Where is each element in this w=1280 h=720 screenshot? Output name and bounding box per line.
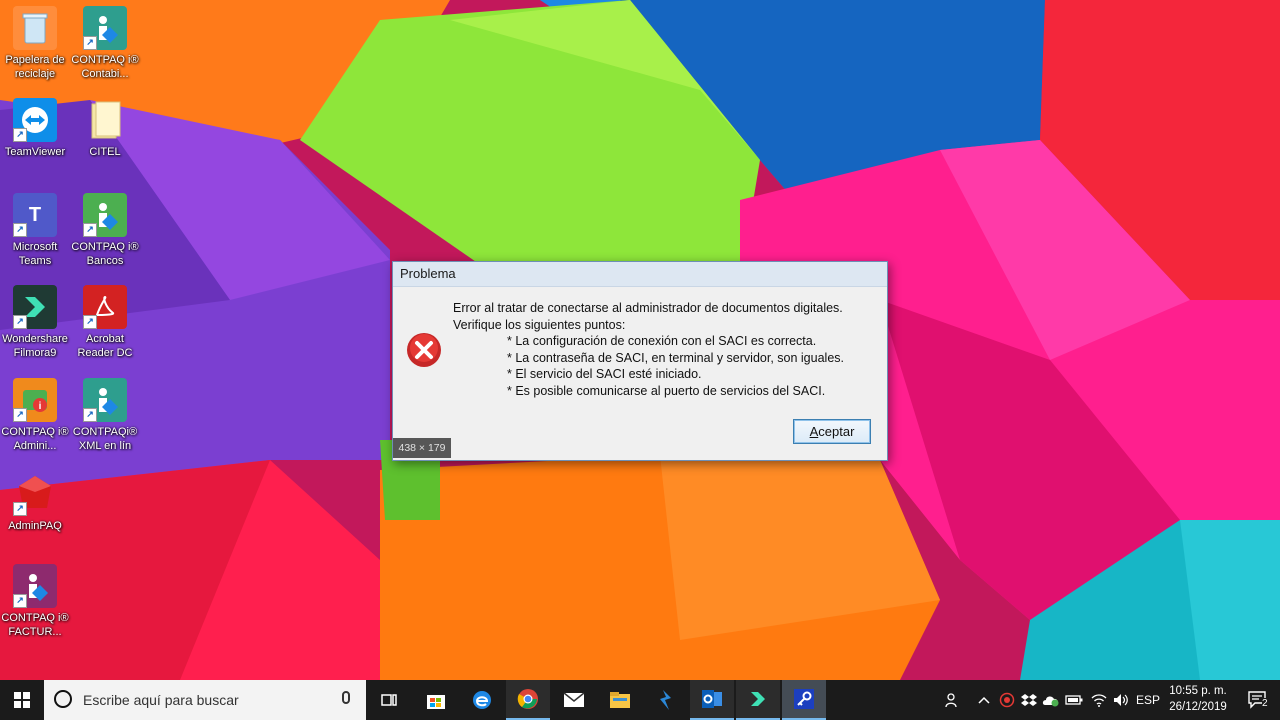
- taskbar-chrome[interactable]: [506, 680, 550, 720]
- desktop-icon-contpaq-contabi[interactable]: ↗ CONTPAQ i® Contabi...: [70, 6, 140, 81]
- people-button[interactable]: [940, 680, 966, 720]
- volume-icon: [1114, 694, 1128, 706]
- shortcut-arrow-icon: ↗: [13, 408, 27, 422]
- clock[interactable]: 10:55 p. m. 26/12/2019: [1164, 683, 1232, 715]
- desktop-icon-recycle-bin[interactable]: Papelera de reciclaje: [0, 6, 70, 81]
- error-dialog: Problema Error al tratar de conectarse a…: [392, 261, 888, 461]
- recycle-bin-icon: [13, 6, 57, 50]
- message-bullet: * La contraseña de SACI, en terminal y s…: [507, 350, 844, 365]
- dialog-message: Error al tratar de conectarse al adminis…: [453, 300, 883, 399]
- language-indicator[interactable]: ESP: [1134, 680, 1162, 720]
- taskbar-filmora[interactable]: [736, 680, 780, 720]
- acrobat-icon: ↗: [83, 285, 127, 329]
- chrome-icon: [517, 689, 538, 709]
- accept-mnemonic: A: [809, 424, 819, 439]
- adminpaq-icon: ↗: [13, 472, 57, 516]
- file-explorer-icon: [610, 692, 630, 708]
- notifications-button[interactable]: 2: [1236, 680, 1280, 720]
- contpaq-icon: ↗: [83, 6, 127, 50]
- desktop-icon-contpaq-factura[interactable]: ↗ CONTPAQ i® FACTUR...: [0, 564, 70, 639]
- shortcut-arrow-icon: ↗: [13, 223, 27, 237]
- clock-time: 10:55 p. m.: [1169, 685, 1227, 697]
- dropbox-icon: [1021, 694, 1037, 706]
- contpaq-admin-icon: i ↗: [13, 378, 57, 422]
- accept-button[interactable]: Aceptar: [793, 419, 871, 444]
- shortcut-arrow-icon: ↗: [13, 315, 27, 329]
- error-icon: [407, 333, 441, 367]
- edge-icon: [473, 691, 491, 709]
- store-icon: [427, 695, 445, 709]
- desktop-icon-adminpaq[interactable]: ↗ AdminPAQ: [0, 472, 70, 533]
- taskbar: Escribe aquí para buscar ESP 10:55 p. m.…: [0, 680, 1280, 720]
- message-bullet: * Es posible comunicarse al puerto de se…: [507, 383, 826, 398]
- desktop-icon-acrobat[interactable]: ↗ Acrobat Reader DC: [70, 285, 140, 360]
- contpaq-icon: ↗: [83, 378, 127, 422]
- contpaq-icon: ↗: [83, 193, 127, 237]
- tray-volume[interactable]: [1110, 680, 1132, 720]
- search-box[interactable]: Escribe aquí para buscar: [44, 680, 366, 720]
- wifi-icon: [1091, 694, 1107, 707]
- taskbar-key-app[interactable]: [782, 680, 826, 720]
- shortcut-arrow-icon: ↗: [83, 36, 97, 50]
- notification-count: 2: [1262, 698, 1268, 709]
- tray-dropbox[interactable]: [1018, 680, 1040, 720]
- desktop: Papelera de reciclaje ↗ TeamViewer T ↗ M…: [0, 0, 1280, 680]
- task-view-icon: [381, 694, 397, 706]
- tray-battery[interactable]: [1062, 680, 1086, 720]
- taskbar-power-automate[interactable]: [644, 680, 688, 720]
- size-overlay: 438 × 179: [393, 438, 451, 458]
- windows-icon: [14, 692, 30, 708]
- cloud-sync-icon: [1042, 696, 1059, 707]
- taskbar-edge[interactable]: [460, 680, 504, 720]
- dialog-title: Problema: [393, 262, 887, 287]
- tray-wifi[interactable]: [1088, 680, 1110, 720]
- desktop-icon-contpaq-admin[interactable]: i ↗ CONTPAQ i® Admini...: [0, 378, 70, 453]
- shortcut-arrow-icon: ↗: [83, 408, 97, 422]
- key-app-icon: [794, 689, 814, 709]
- desktop-icon-contpaq-xml[interactable]: ↗ CONTPAQi® XML en lín: [70, 378, 140, 453]
- desktop-icon-contpaq-bancos[interactable]: ↗ CONTPAQ i® Bancos: [70, 193, 140, 268]
- accept-label: ceptar: [818, 424, 855, 439]
- shortcut-arrow-icon: ↗: [83, 315, 97, 329]
- svg-text:i: i: [39, 401, 42, 412]
- filmora-icon: [751, 692, 765, 706]
- tray-onedrive[interactable]: [1040, 680, 1062, 720]
- shortcut-arrow-icon: ↗: [13, 128, 27, 142]
- microphone-icon[interactable]: [342, 691, 350, 704]
- shortcut-arrow-icon: ↗: [13, 594, 27, 608]
- message-line: Error al tratar de conectarse al adminis…: [453, 301, 843, 315]
- contpaq-factura-icon: ↗: [13, 564, 57, 608]
- search-icon: [54, 690, 72, 708]
- taskbar-file-explorer[interactable]: [598, 680, 642, 720]
- teamviewer-icon: ↗: [13, 98, 57, 142]
- outlook-icon: [702, 690, 722, 708]
- clock-date: 26/12/2019: [1169, 701, 1227, 713]
- taskbar-outlook[interactable]: [690, 680, 734, 720]
- desktop-icon-filmora[interactable]: ↗ Wondershare Filmora9: [0, 285, 70, 360]
- desktop-icon-citel[interactable]: CITEL: [70, 98, 140, 159]
- task-view-button[interactable]: [368, 680, 412, 720]
- shortcut-arrow-icon: ↗: [13, 502, 27, 516]
- taskbar-store[interactable]: [414, 680, 458, 720]
- message-line: Verifique los siguientes puntos:: [453, 317, 626, 332]
- message-bullet: * El servicio del SACI esté iniciado.: [507, 367, 702, 381]
- taskbar-mail[interactable]: [552, 680, 596, 720]
- search-input[interactable]: Escribe aquí para buscar: [83, 692, 239, 708]
- desktop-icon-teams[interactable]: T ↗ Microsoft Teams: [0, 193, 70, 268]
- tray-record[interactable]: [996, 680, 1018, 720]
- mail-icon: [563, 692, 585, 707]
- desktop-icon-teamviewer[interactable]: ↗ TeamViewer: [0, 98, 70, 159]
- message-bullet: * La configuración de conexión con el SA…: [507, 334, 817, 348]
- battery-icon: [1065, 695, 1083, 705]
- chevron-up-icon: [978, 696, 990, 704]
- record-icon: [999, 692, 1015, 708]
- people-icon: [945, 693, 957, 708]
- filmora-icon: ↗: [13, 285, 57, 329]
- power-automate-icon: [660, 690, 671, 710]
- teams-icon: T ↗: [13, 193, 57, 237]
- start-button[interactable]: [0, 680, 44, 720]
- shortcut-arrow-icon: ↗: [83, 223, 97, 237]
- folder-icon: [83, 98, 127, 142]
- show-hidden-icons-button[interactable]: [974, 680, 994, 720]
